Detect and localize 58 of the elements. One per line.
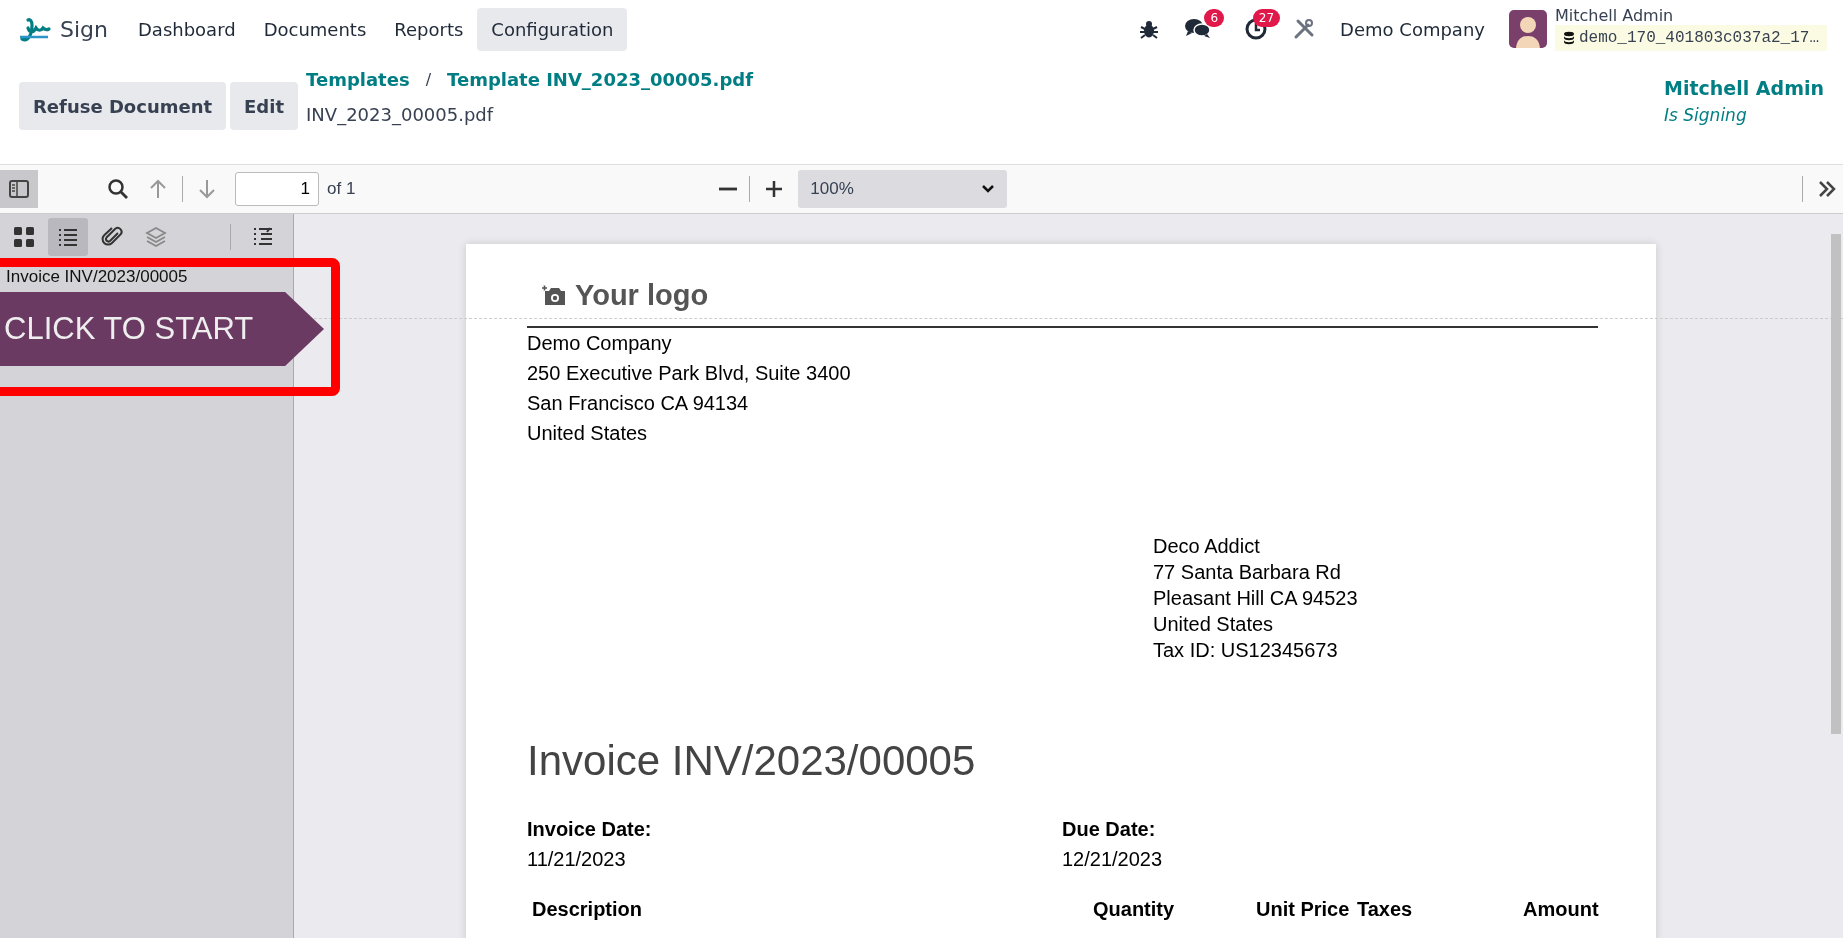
invoice-title: Invoice INV/2023/00005 [527,735,977,786]
table-header: Description [532,896,643,922]
address-line: Deco Addict [1153,533,1261,559]
table-header: Taxes [1357,896,1413,922]
date-label: Invoice Date: [527,816,653,842]
page-count: of 1 [327,178,356,201]
breadcrumb-link[interactable]: Templates [306,66,410,93]
chevron-down-icon [981,184,996,194]
logo-placeholder-text: Your logo [575,278,709,313]
address-line: Demo Company [527,330,673,356]
database-name: demo_170_401803c037a2_17… [1554,25,1827,51]
menu-item[interactable]: Configuration [477,7,628,51]
camera-icon [541,284,567,307]
breadcrumb-separator: / [425,68,432,91]
table-header: Amount [1523,896,1599,922]
action-button[interactable]: Refuse Document [19,82,227,130]
click-to-start-marker[interactable]: CLICK TO START [0,292,324,366]
date-value: 11/21/2023 [527,846,627,872]
message-count-badge: 6 [1204,9,1225,27]
search-icon [106,177,130,201]
table-header: Quantity [1093,896,1175,922]
database-icon [1562,31,1575,45]
document-name: INV_2023_00005.pdf [306,103,495,128]
action-button[interactable]: Edit [230,82,299,130]
app-name[interactable]: Sign [60,12,108,46]
bug-icon[interactable] [1138,18,1161,40]
outline-item[interactable]: Invoice INV/2023/00005 [0,256,293,290]
avatar-icon[interactable] [1508,10,1547,48]
sidebar-icon [9,180,29,198]
address-line: United States [1153,611,1275,637]
address-line: 77 Santa Barbara Rd [1153,559,1342,585]
sidebar-view-tab[interactable] [48,218,88,256]
address-line: United States [527,420,649,446]
chat-icon[interactable] [1184,17,1213,41]
user-name: Mitchell Admin [1554,7,1675,25]
menu-item[interactable]: Reports [380,7,478,51]
sidebar-toggle-button[interactable] [0,170,38,208]
company-name[interactable]: Demo Company [1340,7,1485,51]
address-line: Pleasant Hill CA 94523 [1153,585,1359,611]
signer-name: Mitchell Admin [1664,76,1824,101]
layers-icon [144,225,168,249]
activity-count-badge: 27 [1252,9,1281,27]
date-label: Due Date: [1062,816,1157,842]
menu-item[interactable]: Dashboard [124,7,250,51]
address-line: Tax ID: US12345673 [1153,637,1339,663]
signer-status: Is Signing [1664,103,1748,127]
address-line: 250 Executive Park Blvd, Suite 3400 [527,360,852,386]
minus-icon [719,187,738,191]
zoom-select[interactable]: 100% [798,170,1008,208]
menu-item[interactable]: Documents [249,7,381,51]
address-line: San Francisco CA 94134 [527,390,750,416]
scrollbar-thumb[interactable] [1831,234,1841,734]
table-header: Unit Price [1256,896,1350,922]
paperclip-icon [100,225,124,249]
grid-icon [12,225,36,249]
page-number-field[interactable]: 1 [235,172,319,206]
breadcrumb-link[interactable]: Template INV_2023_00005.pdf [447,66,753,93]
date-value: 12/21/2023 [1062,846,1164,872]
